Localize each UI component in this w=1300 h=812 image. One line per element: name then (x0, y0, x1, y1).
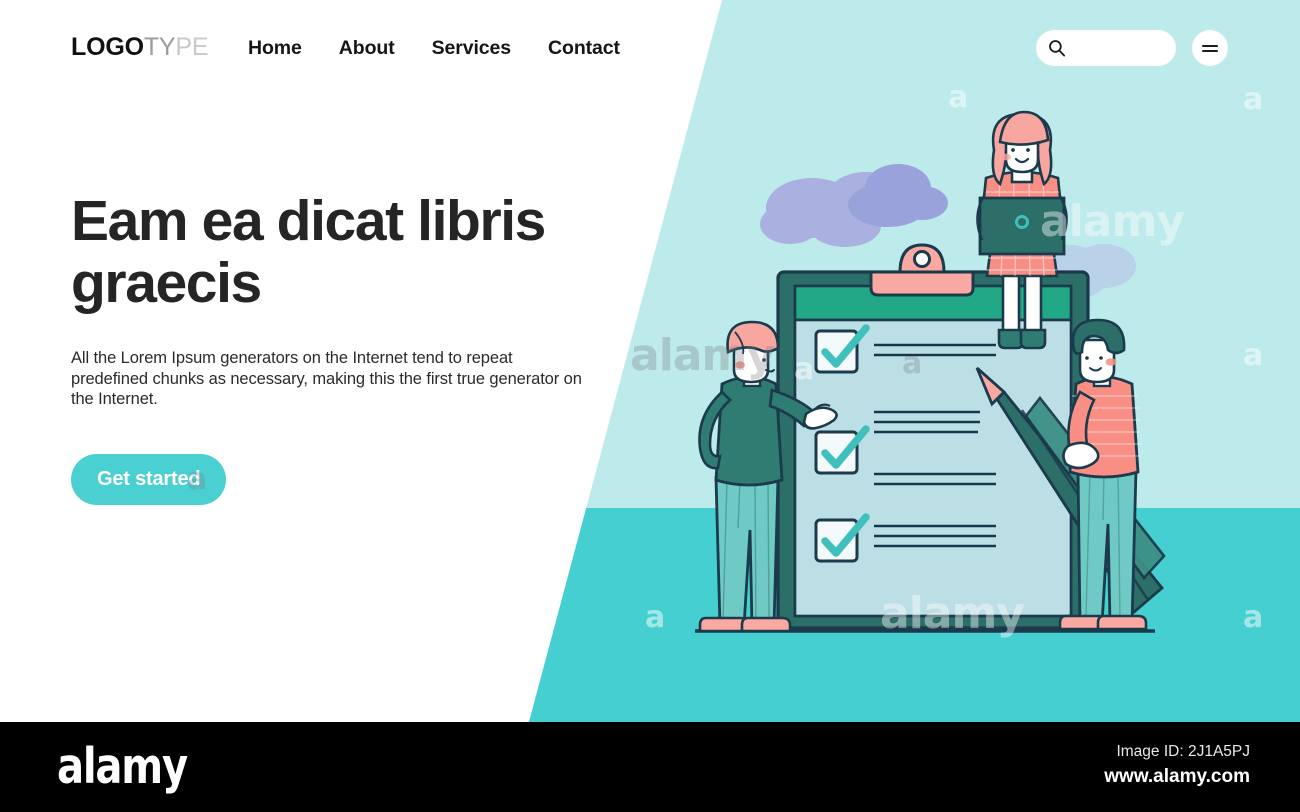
get-started-button[interactable]: Get started (71, 453, 227, 505)
nav-item-about[interactable]: About (339, 35, 395, 61)
menu-bar-bottom (1202, 49, 1218, 52)
alamy-brand-logo: alamy (57, 738, 188, 795)
site-header: LOGOTYPE Home About Services Contact (0, 0, 1300, 96)
search-input[interactable] (1072, 30, 1168, 66)
search-icon (1048, 39, 1066, 57)
hero-copy: Eam ea dicat libris graecis All the Lore… (71, 190, 611, 505)
logo-fade-text: PE (175, 33, 209, 61)
alamy-url-label: www.alamy.com (1104, 766, 1250, 787)
page-title: Eam ea dicat libris graecis (71, 189, 546, 315)
nav-item-services[interactable]: Services (432, 35, 512, 61)
main-navigation: Home About Services Contact (248, 35, 620, 61)
right-person-hand (1062, 441, 1100, 470)
hero-description: All the Lorem Ipsum generators on the In… (71, 349, 582, 409)
logo-light-text: TY (143, 33, 176, 61)
left-person-hair (726, 320, 780, 354)
logo[interactable]: LOGOTYPE (71, 33, 209, 61)
page-root: a a a a a a a a alamy alamy alamy LOGOTY… (0, 0, 1300, 812)
clipboard-clip-base (869, 270, 975, 297)
image-id-label: Image ID: 2J1A5PJ (1116, 743, 1250, 760)
nav-item-contact[interactable]: Contact (548, 35, 620, 61)
search-box[interactable] (1036, 30, 1176, 66)
nav-item-home[interactable]: Home (248, 35, 302, 61)
hamburger-menu-icon[interactable] (1192, 30, 1228, 66)
menu-bar-top (1202, 44, 1218, 47)
logo-bold-text: LOGO (71, 33, 144, 61)
clipboard-clip-hole (913, 250, 931, 268)
